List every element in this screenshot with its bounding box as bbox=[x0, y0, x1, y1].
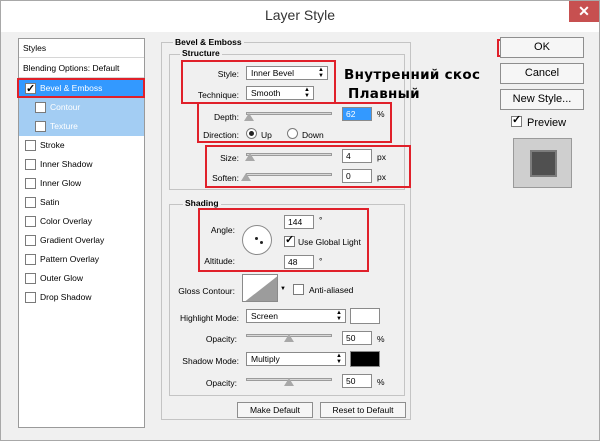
preview-label: Preview bbox=[527, 117, 567, 129]
style-item-label: Pattern Overlay bbox=[40, 254, 100, 264]
reset-default-button[interactable]: Reset to Default bbox=[320, 402, 406, 418]
style-item-checkbox[interactable] bbox=[25, 235, 36, 246]
make-default-button[interactable]: Make Default bbox=[237, 402, 313, 418]
shading-title: Shading bbox=[183, 198, 221, 208]
style-item-stroke[interactable]: Stroke bbox=[19, 136, 144, 155]
style-item-checkbox[interactable] bbox=[25, 197, 36, 208]
window-title: Layer Style bbox=[264, 7, 336, 23]
shadow-opacity-label: Opacity: bbox=[205, 378, 237, 388]
style-item-checkbox[interactable] bbox=[25, 254, 36, 265]
styles-header[interactable]: Styles bbox=[19, 39, 144, 58]
style-item-pattern-overlay[interactable]: Pattern Overlay bbox=[19, 250, 144, 269]
shadow-mode-select[interactable]: Multiply ▲ ▼ bbox=[246, 352, 346, 366]
style-item-label: Gradient Overlay bbox=[40, 235, 105, 245]
style-item-inner-glow[interactable]: Inner Glow bbox=[19, 174, 144, 193]
style-item-label: Satin bbox=[40, 197, 60, 207]
style-item-checkbox[interactable] bbox=[35, 121, 46, 132]
style-item-color-overlay[interactable]: Color Overlay bbox=[19, 212, 144, 231]
style-item-label: Contour bbox=[50, 102, 81, 112]
style-item-gradient-overlay[interactable]: Gradient Overlay bbox=[19, 231, 144, 250]
style-item-texture[interactable]: Texture bbox=[19, 117, 144, 136]
shadow-mode-value: Multiply bbox=[251, 354, 280, 364]
annotation-inner-bevel: Внутренний скос bbox=[344, 67, 481, 83]
contour-dropdown-icon[interactable]: ▼ bbox=[280, 286, 286, 292]
title-bar: Layer Style ✕ bbox=[1, 1, 599, 32]
layer-style-dialog: Layer Style ✕ Styles Blending Options: D… bbox=[0, 0, 600, 441]
preview-swatch bbox=[530, 150, 557, 177]
highlight-box-style-technique bbox=[181, 60, 336, 104]
shadow-opacity-unit: % bbox=[377, 377, 385, 387]
style-item-contour[interactable]: Contour bbox=[19, 98, 144, 117]
style-item-label: Outer Glow bbox=[40, 273, 83, 283]
anti-aliased-label: Anti-aliased bbox=[309, 285, 354, 295]
highlight-box-size-soften bbox=[205, 145, 411, 188]
style-item-checkbox[interactable] bbox=[25, 178, 36, 189]
style-item-label: Inner Glow bbox=[40, 178, 82, 188]
style-item-checkbox[interactable] bbox=[25, 159, 36, 170]
style-item-label: Texture bbox=[50, 121, 78, 131]
bevel-emboss-title: Bevel & Emboss bbox=[173, 37, 244, 47]
style-item-label: Inner Shadow bbox=[40, 159, 93, 169]
shadow-mode-label: Shadow Mode: bbox=[182, 356, 239, 366]
close-icon[interactable]: ✕ bbox=[569, 1, 599, 22]
highlight-box-angle-altitude bbox=[198, 208, 369, 272]
style-item-checkbox[interactable] bbox=[25, 292, 36, 303]
contour-preview-icon bbox=[245, 276, 277, 301]
highlight-mode-value: Screen bbox=[251, 311, 278, 321]
annotation-smooth: Плавный bbox=[348, 86, 420, 102]
updown-arrows-icon: ▲ ▼ bbox=[336, 353, 342, 365]
new-style-button[interactable]: New Style... bbox=[500, 89, 584, 110]
blending-options-item[interactable]: Blending Options: Default bbox=[19, 59, 144, 78]
gloss-contour-picker[interactable] bbox=[242, 274, 278, 302]
style-item-checkbox[interactable] bbox=[25, 273, 36, 284]
preview-checkbox[interactable]: ✓ bbox=[511, 114, 522, 127]
gloss-contour-label: Gloss Contour: bbox=[178, 286, 235, 296]
style-item-inner-shadow[interactable]: Inner Shadow bbox=[19, 155, 144, 174]
shadow-opacity-input[interactable]: 50 bbox=[342, 374, 372, 388]
ok-button[interactable]: OK bbox=[500, 37, 584, 58]
highlight-opacity-label: Opacity: bbox=[205, 334, 237, 344]
style-item-drop-shadow[interactable]: Drop Shadow bbox=[19, 288, 144, 307]
style-item-label: Color Overlay bbox=[40, 216, 92, 226]
shadow-opacity-thumb[interactable] bbox=[284, 378, 294, 386]
highlight-opacity-thumb[interactable] bbox=[284, 334, 294, 342]
style-item-checkbox[interactable] bbox=[35, 102, 46, 113]
highlight-color-swatch[interactable] bbox=[350, 308, 380, 324]
preview-thumbnail bbox=[513, 138, 572, 188]
style-item-label: Stroke bbox=[40, 140, 65, 150]
updown-arrows-icon: ▲ ▼ bbox=[336, 310, 342, 322]
style-item-checkbox[interactable] bbox=[25, 216, 36, 227]
highlight-mode-select[interactable]: Screen ▲ ▼ bbox=[246, 309, 346, 323]
highlight-box-bevel-item bbox=[17, 78, 145, 98]
highlight-box-depth-direction bbox=[197, 102, 392, 143]
style-item-satin[interactable]: Satin bbox=[19, 193, 144, 212]
highlight-mode-label: Highlight Mode: bbox=[179, 313, 239, 323]
highlight-opacity-unit: % bbox=[377, 334, 385, 344]
cancel-button[interactable]: Cancel bbox=[500, 63, 584, 84]
structure-title: Structure bbox=[180, 48, 222, 58]
style-item-outer-glow[interactable]: Outer Glow bbox=[19, 269, 144, 288]
highlight-opacity-input[interactable]: 50 bbox=[342, 331, 372, 345]
style-item-checkbox[interactable] bbox=[25, 140, 36, 151]
anti-aliased-checkbox[interactable] bbox=[293, 284, 304, 295]
style-item-label: Drop Shadow bbox=[40, 292, 92, 302]
shadow-color-swatch[interactable] bbox=[350, 351, 380, 367]
